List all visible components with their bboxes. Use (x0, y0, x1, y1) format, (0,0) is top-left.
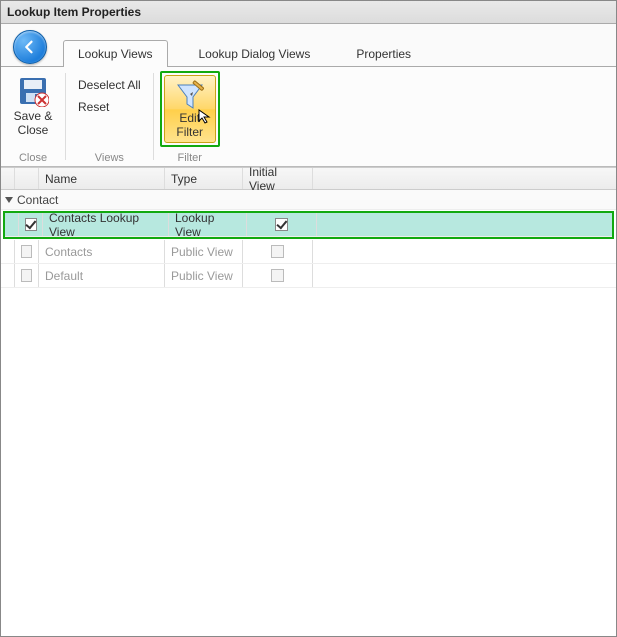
ribbon-group-filter: Edit Filter Filter (154, 67, 226, 166)
ribbon-tabs: Lookup Views Lookup Dialog Views Propert… (63, 39, 426, 66)
edit-filter-button[interactable]: Edit Filter (164, 75, 216, 143)
reset-button[interactable]: Reset (72, 97, 115, 117)
row-checkbox[interactable] (15, 240, 39, 263)
cell-type: Public View (165, 264, 243, 287)
group-row-contact[interactable]: Contact (1, 190, 616, 210)
ribbon-group-close: Save & Close Close (1, 67, 65, 166)
group-label: Contact (17, 193, 58, 207)
row-checkbox[interactable] (19, 213, 43, 236)
views-grid: Name Type Initial View Contact Contacts … (1, 167, 616, 288)
cursor-icon (197, 108, 213, 124)
save-close-icon (17, 75, 49, 107)
grid-header: Name Type Initial View (1, 168, 616, 190)
highlight-selected-row: Contacts Lookup View Lookup View (3, 211, 614, 239)
ribbon-group-views-label: Views (95, 152, 124, 164)
cell-name: Contacts (39, 240, 165, 263)
table-row[interactable]: Contacts Lookup View Lookup View (5, 213, 612, 237)
cell-initial[interactable] (247, 213, 317, 236)
save-and-close-button[interactable]: Save & Close (7, 71, 59, 142)
col-checkbox[interactable] (15, 168, 39, 189)
back-button[interactable] (13, 30, 47, 64)
cell-name: Contacts Lookup View (43, 213, 169, 236)
highlight-edit-filter: Edit Filter (160, 71, 220, 147)
tab-lookup-dialog-views[interactable]: Lookup Dialog Views (184, 40, 326, 67)
deselect-all-button[interactable]: Deselect All (72, 75, 147, 95)
tab-properties[interactable]: Properties (341, 40, 426, 67)
col-expander (1, 168, 15, 189)
window-title: Lookup Item Properties (1, 1, 616, 24)
cell-type: Public View (165, 240, 243, 263)
back-arrow-icon (21, 38, 39, 56)
table-row[interactable]: Default Public View (1, 264, 616, 288)
cell-type: Lookup View (169, 213, 247, 236)
save-close-label: Save & Close (9, 110, 57, 138)
ribbon: Lookup Views Lookup Dialog Views Propert… (1, 24, 616, 167)
ribbon-group-filter-label: Filter (177, 152, 201, 164)
col-type[interactable]: Type (165, 168, 243, 189)
ribbon-group-views: Deselect All Reset Views (66, 67, 153, 166)
col-name[interactable]: Name (39, 168, 165, 189)
col-filler (313, 168, 616, 189)
cell-name: Default (39, 264, 165, 287)
cell-initial[interactable] (243, 240, 313, 263)
cell-initial[interactable] (243, 264, 313, 287)
col-initial-view[interactable]: Initial View (243, 168, 313, 189)
collapse-icon (5, 197, 13, 203)
row-checkbox[interactable] (15, 264, 39, 287)
tab-lookup-views[interactable]: Lookup Views (63, 40, 168, 67)
lookup-item-properties-window: Lookup Item Properties Lookup Views Look… (0, 0, 617, 637)
table-row[interactable]: Contacts Public View (1, 240, 616, 264)
ribbon-group-close-label: Close (19, 152, 47, 164)
edit-filter-label-2: Filter (176, 126, 203, 140)
